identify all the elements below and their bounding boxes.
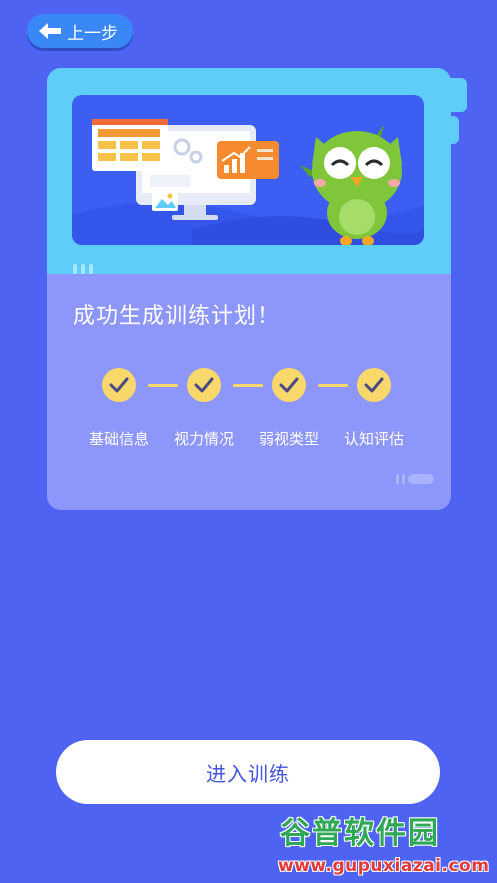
watermark-url: www.gupuxiazai.com (278, 856, 490, 876)
step-label: 弱视类型 (258, 430, 319, 448)
step-3-check-icon (272, 368, 306, 402)
illustration-panel (72, 95, 424, 245)
watermark: 谷普软件园 www.gupuxiazai.com (270, 808, 497, 883)
decor-dots (73, 264, 93, 274)
step-1-check-icon (102, 368, 136, 402)
success-title: 成功生成训练计划！ (73, 304, 281, 329)
watermark-title: 谷普软件园 (280, 816, 440, 851)
step-2-check-icon (187, 368, 221, 402)
step-label: 认知评估 (343, 430, 404, 448)
card-side-tab (447, 116, 459, 144)
plan-result-card: 成功生成训练计划！ 基础信息 视力情况 弱视类型 认知评估 (47, 68, 467, 510)
growth-chart-icon (217, 141, 279, 179)
step-progress: 基础信息 视力情况 弱视类型 认知评估 (85, 368, 415, 458)
decor-tag (396, 474, 434, 484)
step-label: 基础信息 (88, 430, 149, 448)
step-label: 视力情况 (173, 430, 234, 448)
step-connector (318, 384, 348, 387)
step-4-check-icon (357, 368, 391, 402)
training-illustration (72, 119, 424, 245)
step-connector (148, 384, 178, 387)
back-button[interactable]: 上一步 (27, 14, 133, 48)
back-button-label: 上一步 (67, 23, 118, 44)
image-icon (152, 191, 178, 211)
arrow-left-icon (39, 23, 61, 39)
step-connector (233, 384, 263, 387)
enter-training-button[interactable]: 进入训练 (56, 740, 440, 804)
form-window-icon (92, 119, 168, 171)
card-side-tab (447, 78, 467, 112)
